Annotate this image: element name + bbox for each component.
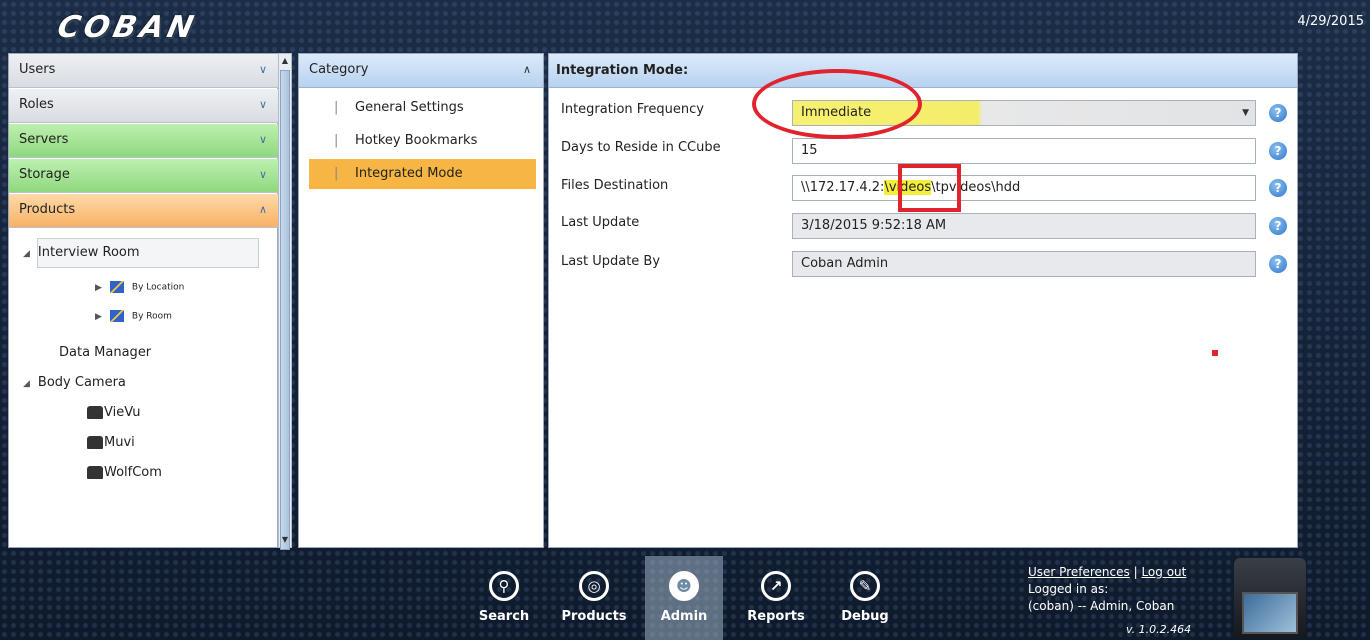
category-panel: Category ∧ | General Settings | Hotkey Boo…	[298, 53, 544, 548]
tab-debug[interactable]: ✎ Debug	[826, 556, 904, 640]
chevron-down-icon: ∨	[258, 133, 267, 146]
list-bullet: |	[334, 133, 339, 148]
tab-reports[interactable]: ↗ Reports	[737, 556, 815, 640]
list-bullet: |	[334, 100, 339, 115]
target-icon: ◎	[579, 571, 609, 601]
nav-section-storage[interactable]: Storage ∨	[9, 159, 279, 193]
top-bar: COBAN 4/29/2015	[0, 0, 1370, 48]
left-nav-panel: Users ∨ Roles ∨ Servers ∨ Storage ∨ Prod…	[8, 53, 279, 548]
nav-section-label: Roles	[19, 97, 54, 112]
logged-in-label: Logged in as:	[1028, 582, 1109, 596]
expanded-triangle-icon: ◢	[23, 249, 30, 259]
help-icon[interactable]: ?	[1269, 142, 1287, 160]
nav-section-products[interactable]: Products ∧	[9, 194, 279, 228]
group-icon	[109, 310, 124, 322]
scrollbar-thumb[interactable]	[280, 70, 290, 550]
camera-icon	[87, 406, 103, 419]
version-label: v. 1.0.2.464	[1126, 623, 1192, 636]
tree-node-by-room[interactable]: ▶ By Room	[95, 310, 172, 322]
chevron-down-icon: ∨	[258, 168, 267, 181]
tree-node-muvi[interactable]: Muvi	[87, 435, 135, 450]
chart-icon: ↗	[761, 571, 791, 601]
link-separator: |	[1133, 565, 1138, 579]
nav-section-label: Users	[19, 62, 56, 77]
chevron-down-icon: ∨	[258, 98, 267, 111]
camera-icon	[87, 466, 103, 479]
days-to-reside-input[interactable]: 15	[792, 138, 1256, 164]
tree-node-wolfcom[interactable]: WolfCom	[87, 465, 162, 480]
category-header[interactable]: Category ∧	[299, 54, 543, 88]
nav-section-label: Storage	[19, 167, 70, 182]
help-icon[interactable]: ?	[1269, 255, 1287, 273]
user-info: User Preferences | Log out Logged in as:…	[1028, 564, 1186, 615]
tree-node-by-location[interactable]: ▶ By Location	[95, 281, 184, 293]
user-icon: ☻	[669, 571, 699, 601]
files-destination-label: Files Destination	[561, 178, 669, 193]
chevron-up-icon: ∧	[258, 203, 267, 216]
camera-icon	[87, 436, 103, 449]
wrench-icon: ✎	[850, 571, 880, 601]
tab-admin[interactable]: ☻ Admin	[645, 556, 723, 640]
last-update-value: 3/18/2015 9:52:18 AM	[792, 213, 1256, 239]
nav-section-label: Products	[19, 202, 76, 217]
nav-section-servers[interactable]: Servers ∨	[9, 124, 279, 158]
chevron-up-icon: ∧	[522, 63, 531, 76]
category-integrated-mode[interactable]: | Integrated Mode	[309, 159, 536, 189]
search-icon: ⚲	[489, 571, 519, 601]
annotation-rectangle	[898, 164, 961, 212]
logged-in-user: (coban) -- Admin, Coban	[1028, 599, 1175, 613]
nav-section-roles[interactable]: Roles ∨	[9, 89, 279, 123]
tree-node-interview-room[interactable]: ◢ Interview Room	[23, 245, 140, 260]
help-icon[interactable]: ?	[1269, 217, 1287, 235]
bottom-toolbar: ⚲ Search ◎ Products ☻ Admin ↗ Reports ✎ …	[0, 550, 1370, 640]
dash-camera-device-image	[1234, 558, 1306, 638]
category-general-settings[interactable]: | General Settings	[309, 93, 536, 123]
annotation-circle	[752, 69, 922, 139]
integration-frequency-label: Integration Frequency	[561, 102, 704, 117]
tab-search[interactable]: ⚲ Search	[465, 556, 543, 640]
device-screen	[1242, 592, 1298, 634]
nav-section-users[interactable]: Users ∨	[9, 54, 279, 88]
files-destination-input[interactable]: \\172.17.4.2:\videos\tpvideos\hdd	[792, 175, 1256, 201]
help-icon[interactable]: ?	[1269, 179, 1287, 197]
user-preferences-link[interactable]: User Preferences	[1028, 565, 1130, 579]
current-date: 4/29/2015	[1297, 14, 1364, 29]
tree-node-data-manager[interactable]: Data Manager	[59, 345, 151, 360]
last-update-label: Last Update	[561, 215, 640, 230]
scroll-down-arrow-icon[interactable]: ▼	[279, 533, 291, 547]
integration-mode-panel: Integration Mode: Integration Frequency …	[548, 53, 1298, 548]
chevron-down-icon: ∨	[258, 63, 267, 76]
dropdown-arrow-icon: ▼	[1242, 108, 1249, 118]
tree-node-vievu[interactable]: VieVu	[87, 405, 140, 420]
coban-logo: COBAN	[54, 10, 201, 45]
left-nav-scrollbar[interactable]: ▲ ▼	[278, 53, 292, 550]
annotation-dot	[1212, 350, 1218, 356]
expanded-triangle-icon: ◢	[23, 379, 30, 389]
group-icon	[109, 281, 124, 293]
days-to-reside-label: Days to Reside in CCube	[561, 140, 721, 155]
help-icon[interactable]: ?	[1269, 104, 1287, 122]
tree-node-body-camera[interactable]: ◢ Body Camera	[23, 375, 126, 390]
last-update-by-value: Coban Admin	[792, 251, 1256, 277]
scroll-up-arrow-icon[interactable]: ▲	[279, 54, 291, 68]
category-hotkey-bookmarks[interactable]: | Hotkey Bookmarks	[309, 126, 536, 156]
list-bullet: |	[334, 166, 339, 181]
tab-products[interactable]: ◎ Products	[555, 556, 633, 640]
collapsed-triangle-icon: ▶	[95, 282, 102, 293]
log-out-link[interactable]: Log out	[1141, 565, 1186, 579]
last-update-by-label: Last Update By	[561, 254, 661, 269]
collapsed-triangle-icon: ▶	[95, 311, 102, 322]
nav-section-label: Servers	[19, 132, 69, 147]
panel-title: Integration Mode:	[549, 54, 1297, 88]
